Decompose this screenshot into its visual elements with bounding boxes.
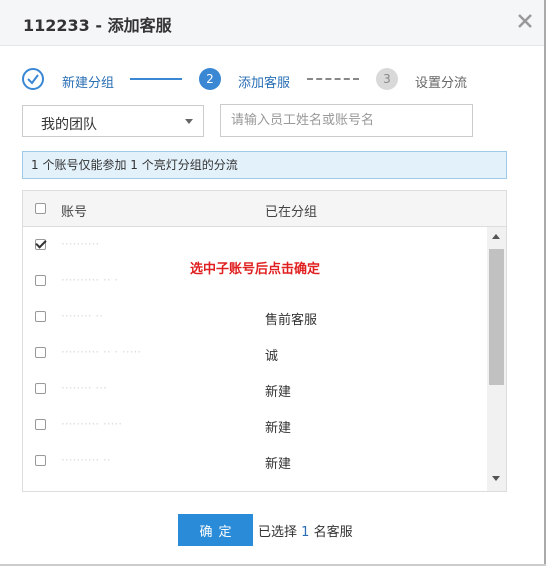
scroll-down-icon[interactable] — [492, 476, 500, 481]
table-row[interactable]: ·········· ·· 新建 — [23, 443, 487, 480]
select-all-checkbox[interactable] — [35, 203, 46, 214]
step-progress: 新建分组 2 添加客服 3 设置分流 — [22, 66, 522, 94]
row-group: 新建 — [265, 385, 292, 400]
row-account: ·········· ·· · — [61, 273, 119, 287]
scroll-thumb[interactable] — [489, 249, 504, 385]
header-group: 已在分组 — [265, 205, 318, 220]
row-group: 售前客服 — [265, 313, 318, 328]
close-icon[interactable] — [514, 10, 536, 32]
row-checkbox[interactable] — [35, 347, 46, 358]
selected-prefix: 已选择 — [258, 525, 298, 540]
instruction-annotation: 选中子账号后点击确定 — [190, 262, 321, 277]
step-connector-done — [130, 78, 182, 80]
row-checkbox[interactable] — [35, 455, 46, 466]
selected-count: 1 — [301, 525, 310, 540]
notice-bar: 1 个账号仅能参加 1 个亮灯分组的分流 — [22, 151, 507, 179]
dialog-header: 112233 - 添加客服 — [0, 0, 546, 46]
step-2-number: 2 — [199, 68, 221, 90]
step-2-label: 添加客服 — [238, 76, 291, 91]
row-account: ·········· — [61, 237, 100, 251]
table-row[interactable]: ·········· ····· 新建 — [23, 407, 487, 444]
step-1-check-icon — [22, 68, 44, 90]
row-account: ·········· ·· — [61, 453, 111, 467]
table-row[interactable]: ········ ·· 售前客服 — [23, 299, 487, 336]
table-row[interactable]: ·········· ·· · ····· 诚 — [23, 335, 487, 372]
table-row[interactable]: ········ ··· 新建 — [23, 371, 487, 408]
dialog-title: 112233 - 添加客服 — [23, 16, 172, 35]
step-3-number: 3 — [376, 68, 398, 90]
table-header: 账号 已在分组 — [23, 191, 506, 227]
caret-down-icon — [185, 119, 193, 124]
row-group: 新建 — [265, 421, 292, 436]
team-select[interactable]: 我的团队 — [22, 105, 204, 137]
table-row[interactable]: ······ — [23, 479, 487, 492]
selected-suffix: 名客服 — [313, 525, 353, 540]
row-checkbox[interactable] — [35, 383, 46, 394]
row-checkbox[interactable] — [35, 239, 46, 250]
row-account: ······ — [61, 489, 84, 491]
header-account: 账号 — [61, 205, 88, 220]
team-select-value: 我的团队 — [41, 117, 97, 133]
step-connector-pending — [307, 78, 359, 80]
search-input[interactable] — [220, 104, 473, 137]
selected-count-text: 已选择 1 名客服 — [258, 521, 353, 540]
table-scrollbar[interactable] — [487, 227, 506, 491]
row-checkbox[interactable] — [35, 419, 46, 430]
row-checkbox[interactable] — [35, 311, 46, 322]
row-group: 诚 — [265, 349, 279, 364]
row-account: ·········· ·· · ····· — [61, 345, 142, 359]
row-account: ········ ·· — [61, 309, 103, 323]
step-3-label: 设置分流 — [415, 76, 468, 91]
row-account: ·········· ····· — [61, 417, 123, 431]
account-table: 账号 已在分组 ·········· ·········· ·· · ·······… — [22, 190, 507, 492]
row-checkbox[interactable] — [35, 275, 46, 286]
scroll-up-icon[interactable] — [492, 234, 500, 239]
confirm-button[interactable]: 确定 — [178, 514, 253, 546]
row-group: 新建 — [265, 457, 292, 472]
row-account: ········ ··· — [61, 381, 107, 395]
row-checkbox[interactable] — [35, 491, 46, 492]
step-1-label: 新建分组 — [62, 76, 115, 91]
